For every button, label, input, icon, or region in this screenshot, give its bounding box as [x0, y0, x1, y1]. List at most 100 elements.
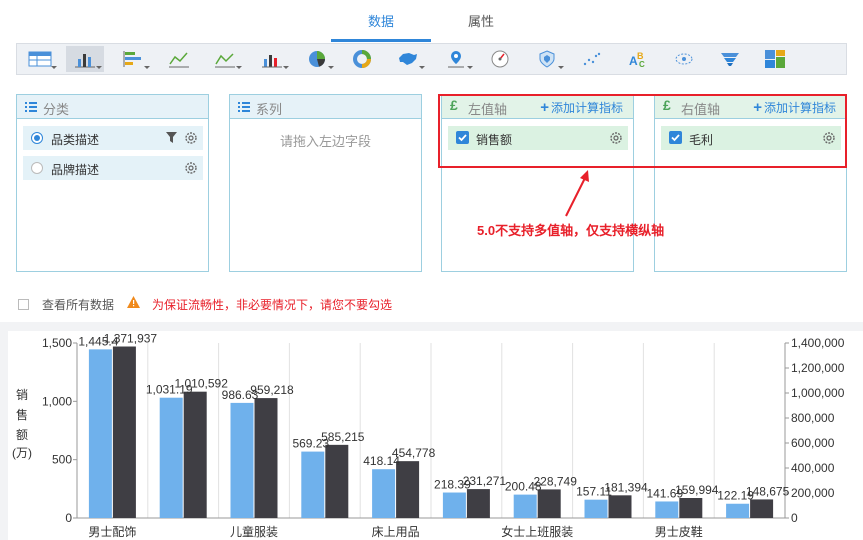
- series-panel-header: 系列: [230, 95, 421, 119]
- filter-icon[interactable]: [166, 132, 177, 143]
- series-panel[interactable]: 系列 请拖入左边字段: [229, 94, 422, 272]
- warning-icon: [127, 296, 140, 308]
- pie-chart-icon[interactable]: [298, 46, 336, 72]
- data-label-gross-profit: 159,994: [675, 483, 719, 497]
- category-label: 女士上班服装: [501, 524, 573, 539]
- word-cloud-icon[interactable]: ABC: [619, 46, 657, 72]
- config-panel: 数据 属性 A B C 分类 品类描述 品牌描述 系列 请拖入左边字段 £ 左值…: [0, 0, 863, 322]
- tab-data[interactable]: 数据: [331, 0, 431, 42]
- radio-unselected[interactable]: [31, 162, 43, 174]
- y2-tick-label: 1,400,000: [791, 336, 845, 350]
- show-all-checkbox[interactable]: [18, 299, 29, 310]
- category-panel-title: 分类: [43, 102, 70, 117]
- shield-icon[interactable]: [528, 46, 566, 72]
- bar-gross-profit: [396, 461, 420, 518]
- list-icon: [25, 102, 37, 112]
- y2-tick-label: 1,000,000: [791, 386, 845, 400]
- area-chart-icon[interactable]: [206, 46, 244, 72]
- y2-tick-label: 600,000: [791, 436, 835, 450]
- bar-gross-profit: [254, 398, 278, 518]
- y-tick-label: 1,000: [42, 394, 72, 408]
- bar-sales: [88, 349, 112, 518]
- bar-gross-profit: [679, 498, 703, 518]
- show-all-data-option[interactable]: 查看所有数据: [18, 296, 114, 313]
- y-axis-label: 售: [16, 407, 28, 422]
- y-tick-label: 1,500: [42, 336, 72, 350]
- show-all-label: 查看所有数据: [42, 298, 115, 312]
- y-axis-label: 销: [16, 388, 28, 402]
- table-icon[interactable]: [21, 46, 59, 72]
- bar-sales: [726, 503, 750, 518]
- bar-chart-icon[interactable]: [66, 46, 104, 72]
- y2-tick-label: 200,000: [791, 486, 835, 500]
- bar-gross-profit: [608, 495, 632, 518]
- bar-gross-profit: [466, 489, 490, 518]
- line-chart-icon[interactable]: [160, 46, 198, 72]
- bar-sales: [655, 501, 679, 518]
- bar-sales: [372, 469, 396, 518]
- category-field-item[interactable]: 品牌描述: [23, 156, 203, 180]
- category-label: 男士配饰: [88, 525, 136, 539]
- data-label-gross-profit: 148,675: [746, 484, 790, 498]
- category-field-item[interactable]: 品类描述: [23, 126, 203, 150]
- y2-tick-label: 1,200,000: [791, 361, 845, 375]
- y2-tick-label: 400,000: [791, 461, 835, 475]
- donut-chart-icon[interactable]: [343, 46, 381, 72]
- field-label: 品牌描述: [51, 163, 100, 177]
- bar-sales: [159, 397, 183, 518]
- location-map-icon[interactable]: [437, 46, 475, 72]
- data-label-gross-profit: 228,749: [534, 474, 578, 488]
- svg-text:C: C: [639, 60, 645, 69]
- bar-sales: [513, 494, 537, 518]
- bar-sales: [230, 402, 254, 518]
- series-panel-title: 系列: [256, 102, 283, 117]
- bar-sales: [584, 499, 608, 518]
- bar-gross-profit: [112, 346, 136, 518]
- data-label-gross-profit: 1,371,937: [104, 332, 158, 346]
- y-axis-label: 额: [16, 428, 28, 442]
- combo-chart-icon[interactable]: [253, 46, 291, 72]
- data-label-gross-profit: 454,778: [392, 446, 436, 460]
- treemap-icon[interactable]: [756, 46, 794, 72]
- category-panel: 分类 品类描述 品牌描述: [16, 94, 209, 272]
- bar-gross-profit: [325, 444, 349, 518]
- bubble-icon[interactable]: [665, 46, 703, 72]
- chart-type-toolbar: ABC: [16, 43, 847, 75]
- active-tab-indicator: [331, 39, 431, 42]
- field-label: 品类描述: [51, 133, 100, 147]
- chart-preview: 1,500 1,000 500 0 1,400,000 1,200,000 1,000,00…: [8, 331, 863, 540]
- data-label-gross-profit: 231,271: [463, 474, 507, 488]
- horizontal-bar-icon[interactable]: [114, 46, 152, 72]
- scatter-icon[interactable]: [573, 46, 611, 72]
- bar-gross-profit: [183, 391, 207, 518]
- gear-icon[interactable]: [184, 161, 198, 175]
- category-label: 床上用品: [372, 525, 420, 539]
- list-icon: [238, 102, 250, 112]
- bar-gross-profit: [537, 489, 561, 518]
- china-map-icon[interactable]: [389, 46, 427, 72]
- annotation-arrow: [565, 170, 589, 217]
- bar-sales: [442, 492, 466, 518]
- data-label-gross-profit: 1,010,592: [175, 377, 229, 391]
- category-label: 男士皮鞋: [655, 524, 703, 539]
- y2-tick-label: 0: [791, 511, 798, 525]
- gauge-icon[interactable]: [481, 46, 519, 72]
- annotation-text: 5.0不支持多值轴，仅支持横纵轴: [477, 223, 665, 238]
- data-label-gross-profit: 181,394: [604, 480, 648, 494]
- data-label-gross-profit: 585,215: [321, 430, 365, 444]
- drop-placeholder: 请拖入左边字段: [279, 134, 371, 149]
- data-label-gross-profit: 959,218: [250, 383, 294, 397]
- tab-properties[interactable]: 属性: [431, 0, 531, 42]
- category-label: 儿童服装: [230, 524, 278, 539]
- category-panel-header: 分类: [17, 95, 208, 119]
- bar-chart: 1,500 1,000 500 0 1,400,000 1,200,000 1,000,00…: [12, 332, 845, 539]
- y-axis-label: (万): [12, 446, 32, 460]
- warning-text: 为保证流畅性，非必要情况下，请您不要勾选: [152, 298, 393, 312]
- funnel-icon[interactable]: [711, 46, 749, 72]
- y-tick-label: 500: [52, 453, 72, 467]
- radio-selected[interactable]: [31, 132, 43, 144]
- gear-icon[interactable]: [184, 131, 198, 145]
- y-tick-label: 0: [65, 511, 72, 525]
- y2-tick-label: 800,000: [791, 411, 835, 425]
- annotation-highlight-box: [438, 94, 847, 168]
